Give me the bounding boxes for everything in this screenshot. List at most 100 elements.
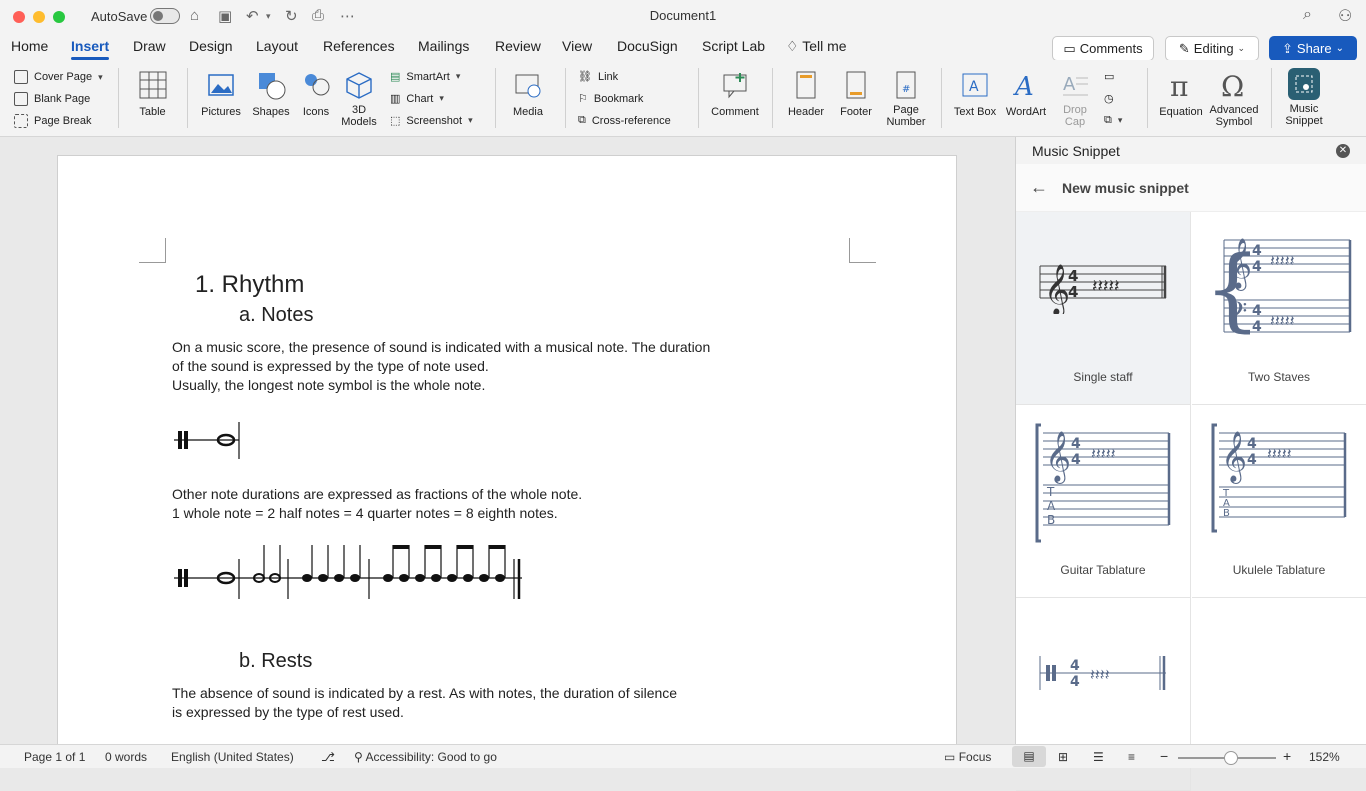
tab-script-lab[interactable]: Script Lab [702,38,765,54]
tell-me[interactable]: ♢ Tell me [786,38,847,55]
template-two-staves[interactable]: { 𝄞 𝄢 4 4 4 4 𝄽𝄽𝄽𝄽𝄽 𝄽𝄽𝄽𝄽𝄽 Two Staves [1192,212,1366,405]
print-icon[interactable]: ⎙ [312,7,324,24]
tab-review[interactable]: Review [495,38,541,54]
blank-page-icon [14,92,28,106]
table-button[interactable]: Table [130,70,175,118]
ribbon-divider [565,68,566,128]
insert-ribbon: Cover Page ▾ Blank Page Page Break Table … [0,60,1366,137]
focus-icon: ▭ [944,750,956,764]
tab-mailings[interactable]: Mailings [418,38,469,54]
zoom-slider-thumb[interactable] [1224,751,1238,765]
wordart-button[interactable]: A WordArt [1003,70,1049,118]
tab-home[interactable]: Home [11,38,48,54]
template-label: Single staff [1073,370,1133,384]
equation-button[interactable]: π Equation [1156,70,1206,118]
pictures-button[interactable]: Pictures [198,70,244,118]
template-single-staff[interactable]: 𝄞 4 4 𝄽𝄽𝄽𝄽𝄽 Single staff [1016,212,1191,405]
word-count[interactable]: 0 words [105,750,147,764]
save-icon[interactable]: ▣ [218,7,232,25]
minimize-window-button[interactable] [33,10,45,23]
autosave-toggle[interactable] [150,8,180,24]
svg-text:#: # [902,84,910,95]
page-count[interactable]: Page 1 of 1 [24,750,85,764]
close-pane-button[interactable]: ✕ [1336,143,1350,158]
signature-line-button[interactable]: ▭ [1104,70,1114,83]
maximize-window-button[interactable] [53,10,65,23]
share-button[interactable]: ⇪ Share ⌄ [1269,36,1357,61]
account-icon[interactable]: ⚇ [1338,6,1352,26]
undo-dropdown-icon[interactable]: ▾ [266,11,271,22]
svg-text:A: A [1047,499,1056,513]
zoom-slider[interactable] [1178,751,1276,765]
screenshot-button[interactable]: ⬚ Screenshot ▾ [390,114,473,128]
svg-text:4: 4 [1068,283,1078,301]
svg-text:𝄽𝄽𝄽𝄽: 𝄽𝄽𝄽𝄽 [1090,665,1110,684]
music-snippet-whole-note[interactable] [174,421,244,461]
template-guitar-tablature[interactable]: 𝄞 4 4 𝄽𝄽𝄽𝄽𝄽 T A B Guitar Tablature [1016,405,1191,598]
music-snippet-note-values[interactable] [174,541,526,605]
tab-layout[interactable]: Layout [256,38,298,54]
icons-button[interactable]: Icons [298,70,334,118]
zoom-level[interactable]: 152% [1309,750,1340,764]
tab-view[interactable]: View [562,38,592,54]
media-button[interactable]: Media [506,70,550,118]
document-page[interactable]: 1. Rhythm a. Notes On a music score, the… [57,155,957,744]
zoom-in-button[interactable]: + [1283,748,1291,764]
back-arrow-icon[interactable]: ← [1030,177,1048,198]
document-canvas: 1. Rhythm a. Notes On a music score, the… [0,137,1015,744]
comment-button[interactable]: Comment [708,70,762,118]
svg-text:T: T [1046,485,1055,499]
editing-mode-button[interactable]: ✎ Editing ⌄ [1165,36,1259,61]
page-number-button[interactable]: # Page Number [884,70,928,128]
chevron-down-icon: ⌄ [1237,43,1246,53]
comments-button[interactable]: ▭ Comments [1052,36,1154,61]
page-break-button[interactable]: Page Break [14,114,91,128]
ribbon-tabs: Home Insert Draw Design Layout Reference… [0,33,1366,60]
template-ukulele-tablature[interactable]: 𝄞 4 4 𝄽𝄽𝄽𝄽𝄽 T A B Ukulele Tablature [1192,405,1366,598]
search-icon[interactable]: ⌕ [1303,6,1312,24]
chart-icon: ▥ [390,93,401,105]
redo-icon[interactable]: ↻ [285,7,298,25]
tab-references[interactable]: References [323,38,395,54]
blank-page-button[interactable]: Blank Page [14,92,90,106]
tab-docusign[interactable]: DocuSign [617,38,678,54]
tab-design[interactable]: Design [189,38,233,54]
more-icon[interactable]: ⋯ [340,7,355,25]
footer-button[interactable]: Footer [835,70,877,118]
close-window-button[interactable] [13,10,25,23]
svg-text:4: 4 [1247,452,1257,468]
svg-text:𝄞: 𝄞 [1226,238,1252,291]
link-button[interactable]: ⛓ Link [578,70,618,84]
advanced-symbol-button[interactable]: Ω Advanced Symbol [1208,70,1260,128]
object-button[interactable]: ⧉ ▾ [1104,114,1122,127]
tab-draw[interactable]: Draw [133,38,166,54]
cover-page-button[interactable]: Cover Page ▾ [14,70,103,84]
chart-button[interactable]: ▥ Chart ▾ [390,92,444,106]
outline-view-icon[interactable]: ☰ [1093,750,1104,764]
web-layout-icon[interactable]: ⊞ [1058,750,1068,764]
cross-reference-icon: ⧉ [578,114,586,126]
accessibility-status[interactable]: ⚲ Accessibility: Good to go [354,750,497,764]
print-layout-view-button[interactable]: ▤ [1012,746,1046,767]
shapes-button[interactable]: Shapes [249,70,293,118]
home-icon[interactable]: ⌂ [190,7,199,24]
svg-text:A: A [1013,72,1034,100]
tab-insert[interactable]: Insert [71,38,109,54]
bookmark-button[interactable]: ⚐ Bookmark [578,92,643,106]
track-changes-icon[interactable]: ⎇ [321,750,335,764]
date-time-button[interactable]: ◷ [1104,92,1114,105]
zoom-out-button[interactable]: − [1160,748,1168,764]
header-button[interactable]: Header [784,70,828,118]
music-snippet-button[interactable]: Music Snippet [1280,68,1328,127]
smartart-button[interactable]: ▤ SmartArt ▾ [390,70,460,84]
3d-models-button[interactable]: 3D Models [338,70,380,128]
drop-cap-button[interactable]: A Drop Cap [1053,70,1097,128]
ribbon-divider [495,68,496,128]
cross-reference-button[interactable]: ⧉ Cross-reference [578,114,671,127]
focus-button[interactable]: ▭ Focus [944,750,991,764]
text-box-button[interactable]: A Text Box [950,70,1000,118]
draft-view-icon[interactable]: ≡ [1128,750,1135,764]
undo-icon[interactable]: ↶ [246,7,259,25]
template-label: Ukulele Tablature [1232,563,1326,577]
language-indicator[interactable]: English (United States) [171,750,294,764]
